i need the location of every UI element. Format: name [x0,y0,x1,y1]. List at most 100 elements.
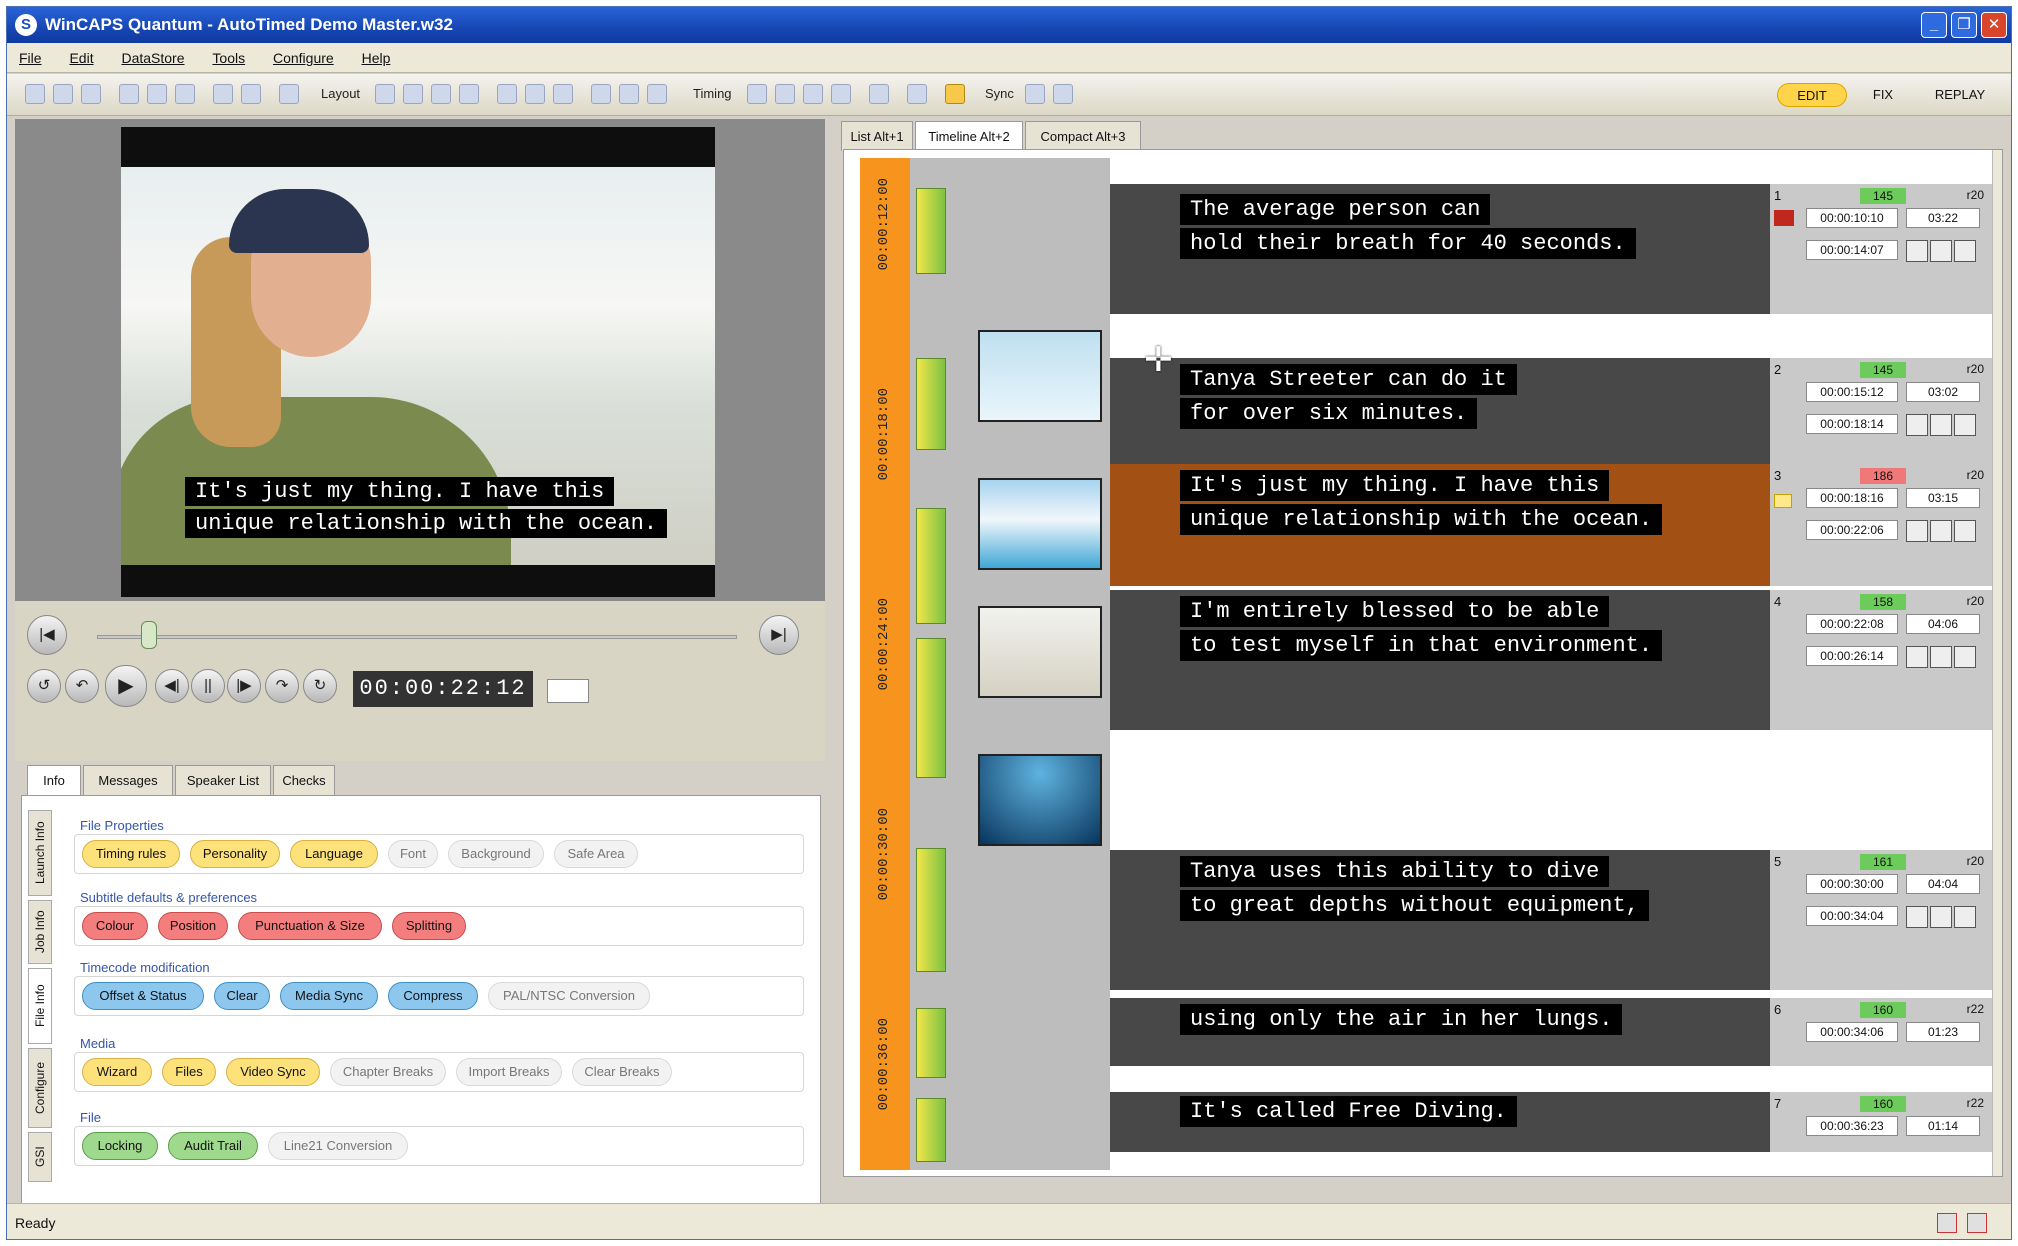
menu-edit[interactable]: Edit [57,43,105,66]
wizard-button[interactable]: Wizard [82,1058,152,1086]
duration-field[interactable]: 04:04 [1906,874,1980,894]
menu-file[interactable]: File [7,43,54,66]
undo-icon[interactable] [213,84,233,104]
audit-trail-button[interactable]: Audit Trail [168,1132,258,1160]
side-tab-launch-info[interactable]: Launch Info [28,810,52,896]
record-icon[interactable] [1937,1213,1957,1233]
safe-area-button[interactable]: Safe Area [554,840,638,868]
align-center-icon[interactable] [403,84,423,104]
status-boxes[interactable] [1906,240,1980,262]
shot-thumbnail-diver[interactable] [978,754,1102,846]
align-right-icon[interactable] [431,84,451,104]
skip-start-button[interactable]: |◀ [27,615,67,655]
status-boxes[interactable] [1906,646,1980,668]
spell-check-icon[interactable] [279,84,299,104]
duration-field[interactable]: 03:02 [1906,382,1980,402]
background-button[interactable]: Background [448,840,544,868]
punctuation-size-button[interactable]: Punctuation & Size [238,912,382,940]
timing-mark-icon[interactable] [803,84,823,104]
open-file-icon[interactable] [53,84,73,104]
auto-time-icon[interactable] [869,84,889,104]
timecode-in-field[interactable]: 00:00:34:06 [1806,1022,1898,1042]
scrub-bar[interactable] [97,635,737,639]
shot-thumbnail-beach[interactable] [978,478,1102,570]
side-tab-job-info[interactable]: Job Info [28,900,52,964]
position-middle-icon[interactable] [619,84,639,104]
step-back-icon[interactable]: ◀| [155,669,189,703]
timecode-out-field[interactable]: 00:00:18:14 [1806,414,1898,434]
language-button[interactable]: Language [290,840,378,868]
subtitle-row[interactable]: Tanya uses this ability to dive to great… [1110,850,1770,990]
alert-icon[interactable] [1967,1213,1987,1233]
timecode-in-field[interactable]: 00:00:15:12 [1806,382,1898,402]
menu-help[interactable]: Help [350,43,403,66]
timing-out-icon[interactable] [775,84,795,104]
tab-list[interactable]: List Alt+1 [841,121,913,151]
position-bottom-icon[interactable] [647,84,667,104]
locking-button[interactable]: Locking [82,1132,158,1160]
timecode-out-field[interactable]: 00:00:22:06 [1806,520,1898,540]
clear-breaks-button[interactable]: Clear Breaks [572,1058,672,1086]
step-forward-icon[interactable]: |▶ [227,669,261,703]
rewind-fast-icon[interactable]: ↺ [27,669,61,703]
scrub-thumb[interactable] [141,621,157,649]
menu-configure[interactable]: Configure [261,43,346,66]
timecode-in-field[interactable]: 00:00:22:08 [1806,614,1898,634]
shot-change-icon[interactable] [907,84,927,104]
tab-compact[interactable]: Compact Alt+3 [1025,121,1141,151]
mode-edit-button[interactable]: EDIT [1777,83,1847,107]
import-breaks-button[interactable]: Import Breaks [456,1058,562,1086]
comment-icon[interactable] [1774,494,1792,508]
timecode-in-field[interactable]: 00:00:10:10 [1806,208,1898,228]
subtitle-row[interactable]: The average person can hold their breath… [1110,184,1770,314]
sync-info-icon[interactable] [1053,84,1073,104]
subtitle-row[interactable]: Tanya Streeter can do it for over six mi… [1110,358,1770,464]
mode-fix-button[interactable]: FIX [1853,83,1913,107]
clear-button[interactable]: Clear [214,982,270,1010]
mode-replay-button[interactable]: REPLAY [1917,83,2003,107]
position-top-icon[interactable] [591,84,611,104]
shot-thumbnail-sky[interactable] [978,330,1102,422]
forward-icon[interactable]: ↷ [265,669,299,703]
offset-status-button[interactable]: Offset & Status [82,982,204,1010]
status-boxes[interactable] [1906,520,1980,542]
subtitle-row[interactable]: It's called Free Diving. [1110,1092,1770,1152]
duration-field[interactable]: 01:23 [1906,1022,1980,1042]
duration-field[interactable]: 03:15 [1906,488,1980,508]
status-boxes[interactable] [1906,414,1980,436]
timecode-field[interactable] [547,679,589,703]
tab-speaker-list[interactable]: Speaker List [175,765,271,795]
video-image[interactable]: It's just my thing. I have this unique r… [121,167,715,565]
position-right-icon[interactable] [553,84,573,104]
timing-clear-icon[interactable] [831,84,851,104]
duration-field[interactable]: 04:06 [1906,614,1980,634]
skip-end-button[interactable]: ▶| [759,615,799,655]
timecode-out-field[interactable]: 00:00:26:14 [1806,646,1898,666]
side-tab-gsi[interactable]: GSI [28,1132,52,1182]
new-file-icon[interactable] [25,84,45,104]
chapter-breaks-button[interactable]: Chapter Breaks [330,1058,446,1086]
tab-messages[interactable]: Messages [83,765,173,795]
timecode-ruler[interactable]: 00:00:12:00 00:00:18:00 00:00:24:00 00:0… [860,158,910,1170]
redo-icon[interactable] [241,84,261,104]
side-tab-file-info[interactable]: File Info [28,968,52,1044]
timecode-in-field[interactable]: 00:00:30:00 [1806,874,1898,894]
position-center-icon[interactable] [525,84,545,104]
pause-icon[interactable]: || [191,669,225,703]
timecode-in-field[interactable]: 00:00:36:23 [1806,1116,1898,1136]
paste-icon[interactable] [175,84,195,104]
subtitle-row[interactable]: I'm entirely blessed to be able to test … [1110,590,1770,730]
timecode-out-field[interactable]: 00:00:34:04 [1806,906,1898,926]
menu-tools[interactable]: Tools [200,43,257,66]
colour-button[interactable]: Colour [82,912,148,940]
side-tab-configure[interactable]: Configure [28,1048,52,1128]
line21-conversion-button[interactable]: Line21 Conversion [268,1132,408,1160]
timeline-scrollbar[interactable] [1992,150,2002,1176]
splitting-button[interactable]: Splitting [392,912,466,940]
status-boxes[interactable] [1906,906,1980,928]
personality-button[interactable]: Personality [190,840,280,868]
timecode-in-field[interactable]: 00:00:18:16 [1806,488,1898,508]
files-button[interactable]: Files [162,1058,216,1086]
shot-thumbnail-person[interactable] [978,606,1102,698]
maximize-button[interactable]: ❐ [1951,12,1977,38]
